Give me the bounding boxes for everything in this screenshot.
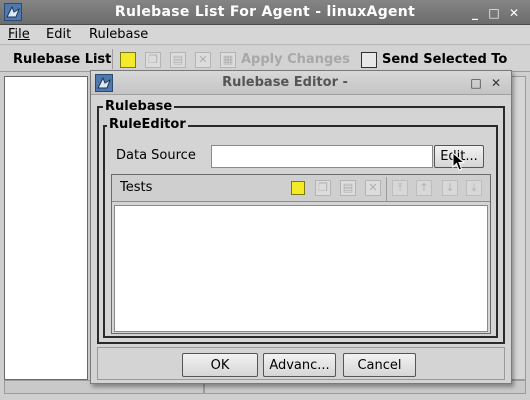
minimize-icon[interactable]: _ xyxy=(468,6,482,20)
tests-separator xyxy=(386,177,387,201)
data-source-input[interactable] xyxy=(211,145,433,168)
dialog-title: Rulebase Editor - xyxy=(222,75,348,90)
add-test-icon[interactable] xyxy=(291,181,305,195)
mouse-cursor-icon xyxy=(452,151,466,172)
menu-file-label: File xyxy=(8,27,30,42)
paste-icon[interactable]: ▤ xyxy=(170,52,186,68)
rule-editor-group-title: RuleEditor xyxy=(107,117,188,133)
move-bottom-icon[interactable]: ⤓ xyxy=(466,180,482,196)
menu-bar xyxy=(0,25,530,45)
delete-icon[interactable]: ✕ xyxy=(195,52,211,68)
ok-button[interactable]: OK xyxy=(182,353,258,377)
paste-test-icon[interactable]: ▤ xyxy=(340,180,356,196)
advanced-button[interactable]: Advanc... xyxy=(263,353,336,377)
menu-rulebase-label: Rulebase xyxy=(89,27,149,42)
dialog-close-icon[interactable]: ✕ xyxy=(489,76,503,90)
delete-test-icon[interactable]: ✕ xyxy=(365,180,381,196)
menu-edit[interactable]: Edit xyxy=(46,26,71,44)
rulebase-list[interactable] xyxy=(4,76,88,380)
close-icon[interactable]: ✕ xyxy=(507,6,521,20)
data-source-label: Data Source xyxy=(116,148,196,163)
dialog-app-icon xyxy=(95,74,113,92)
maximize-icon[interactable]: □ xyxy=(487,6,501,20)
send-icon[interactable] xyxy=(361,52,377,68)
menu-file[interactable]: File xyxy=(8,26,30,44)
new-icon[interactable] xyxy=(120,52,136,68)
rulebase-group-title: Rulebase xyxy=(103,99,175,115)
apply-icon[interactable]: ▦ xyxy=(220,52,236,68)
menu-edit-label: Edit xyxy=(46,27,72,42)
dialog-maximize-icon[interactable]: □ xyxy=(469,76,483,90)
toolbar-separator xyxy=(112,49,113,69)
copy-icon[interactable]: ❐ xyxy=(145,52,161,68)
tests-list[interactable] xyxy=(114,205,488,332)
move-up-icon[interactable]: ↑ xyxy=(416,180,432,196)
move-top-icon[interactable]: ⤒ xyxy=(392,180,408,196)
move-down-icon[interactable]: ↓ xyxy=(442,180,458,196)
cancel-button[interactable]: Cancel xyxy=(343,353,416,377)
copy-test-icon[interactable]: ❐ xyxy=(315,180,331,196)
menu-rulebase[interactable]: Rulebase xyxy=(89,26,148,44)
window-title: Rulebase List For Agent - linuxAgent xyxy=(114,4,416,20)
app-icon xyxy=(4,3,22,21)
tests-label: Tests xyxy=(120,180,153,195)
